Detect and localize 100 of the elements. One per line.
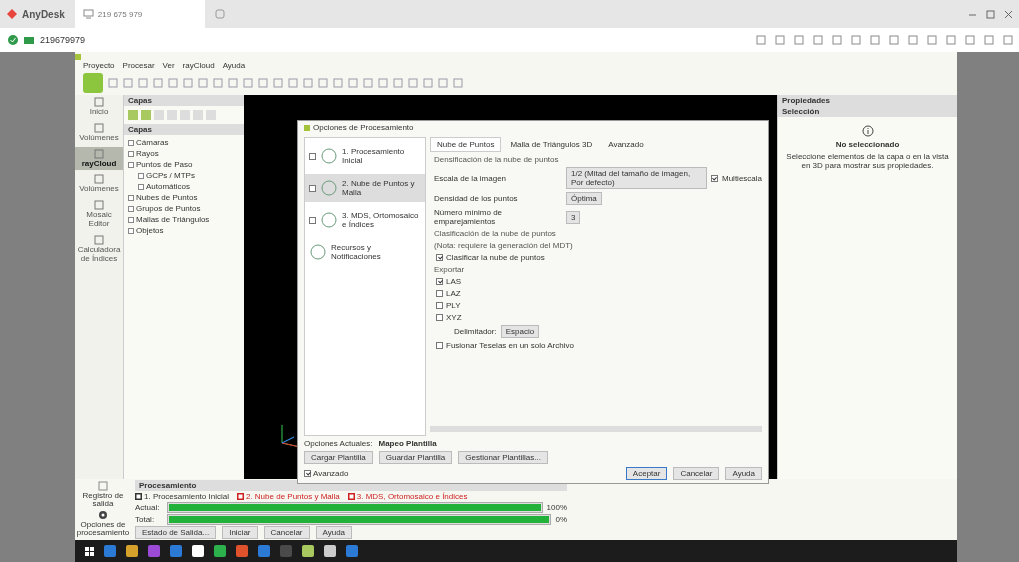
checkbox[interactable] bbox=[436, 278, 443, 285]
checkbox-icon[interactable] bbox=[128, 161, 134, 168]
nav-item[interactable]: Volúmenes bbox=[75, 120, 123, 145]
button[interactable]: Cancelar bbox=[673, 467, 720, 480]
gear-icon[interactable] bbox=[98, 509, 108, 520]
checkbox-label: LAS bbox=[446, 277, 462, 286]
tree-item[interactable]: Rayos bbox=[136, 149, 159, 158]
checkbox-label: PLY bbox=[446, 301, 461, 310]
checkbox-icon[interactable] bbox=[138, 172, 144, 179]
tree-item[interactable]: Objetos bbox=[136, 226, 164, 235]
checkbox[interactable] bbox=[436, 342, 443, 349]
checkbox[interactable] bbox=[309, 216, 316, 224]
checkbox-label: Avanzado bbox=[313, 469, 349, 478]
step-item[interactable]: 2. Nube de Puntos y Malla bbox=[305, 174, 425, 202]
button[interactable]: Aceptar bbox=[625, 467, 668, 480]
current-label: Opciones Actuales: bbox=[304, 439, 373, 448]
taskbar-app-icon[interactable] bbox=[324, 545, 336, 557]
tab[interactable]: Avanzado bbox=[601, 137, 651, 152]
checkbox[interactable] bbox=[436, 290, 443, 297]
menu-item[interactable]: rayCloud bbox=[182, 61, 215, 70]
checkbox[interactable] bbox=[309, 152, 316, 160]
checkbox[interactable] bbox=[436, 302, 443, 309]
menu-item[interactable]: Procesar bbox=[122, 61, 155, 70]
nav-icon bbox=[94, 174, 104, 185]
button[interactable]: Gestionar Plantillas... bbox=[458, 451, 548, 464]
nav-icon bbox=[94, 148, 104, 159]
menu-item[interactable]: Proyecto bbox=[83, 61, 115, 70]
dropdown[interactable]: 1/2 (Mitad del tamaño de imagen, Por defecto) bbox=[566, 167, 707, 189]
taskbar-app-icon[interactable] bbox=[346, 545, 358, 557]
checkbox-icon[interactable] bbox=[128, 216, 134, 223]
taskbar-app-icon[interactable] bbox=[258, 545, 270, 557]
tree-item[interactable]: Mallas de Triángulos bbox=[136, 215, 210, 224]
step-item[interactable]: Recursos y Notificaciones bbox=[305, 238, 425, 266]
taskbar-app-icon[interactable] bbox=[170, 545, 182, 557]
tree-item[interactable]: Nubes de Puntos bbox=[136, 193, 198, 202]
nav-item[interactable]: Mosaic Editor bbox=[75, 198, 123, 231]
tab-address[interactable]: 219 675 979 bbox=[97, 9, 143, 19]
taskbar-app-icon[interactable] bbox=[192, 545, 204, 557]
checkbox[interactable] bbox=[304, 470, 311, 477]
button[interactable]: Cancelar bbox=[263, 526, 310, 539]
nav-item[interactable]: Calculadora de Índices bbox=[75, 232, 123, 266]
taskbar-app-icon[interactable] bbox=[302, 545, 314, 557]
tab[interactable]: Nube de Puntos bbox=[430, 137, 502, 152]
tab[interactable]: Malla de Triángulos 3D bbox=[503, 137, 600, 152]
section-title: Clasificación de la nube de puntos bbox=[433, 229, 557, 238]
new-tab-icon[interactable] bbox=[214, 9, 225, 19]
checkbox-icon[interactable] bbox=[128, 139, 134, 146]
maximize-icon[interactable] bbox=[986, 9, 995, 19]
checkbox-icon[interactable] bbox=[128, 205, 134, 212]
checkbox[interactable] bbox=[309, 184, 316, 192]
side-label[interactable]: Registro de salida bbox=[75, 492, 131, 509]
nav-item[interactable]: rayCloud bbox=[75, 146, 123, 171]
button[interactable]: Iniciar bbox=[222, 526, 258, 539]
checkbox-icon[interactable] bbox=[128, 194, 134, 201]
taskbar-app-icon[interactable] bbox=[104, 545, 116, 557]
checkbox[interactable] bbox=[436, 314, 443, 321]
step-label: 1. Procesamiento Inicial bbox=[144, 492, 229, 501]
checkbox[interactable] bbox=[436, 254, 443, 261]
start-icon[interactable] bbox=[85, 546, 94, 556]
nav-icon bbox=[94, 122, 104, 133]
checkbox-icon[interactable] bbox=[236, 493, 244, 500]
tree-item[interactable]: GCPs / MTPs bbox=[146, 171, 195, 180]
info-icon bbox=[861, 125, 874, 137]
tree-item[interactable]: Puntos de Paso bbox=[136, 160, 193, 169]
monitor-icon bbox=[24, 35, 34, 45]
button[interactable]: Ayuda bbox=[725, 467, 762, 480]
tree-item[interactable]: Grupos de Puntos bbox=[136, 204, 201, 213]
nav-item[interactable]: Inicio bbox=[75, 95, 123, 119]
checkbox-icon[interactable] bbox=[128, 227, 134, 234]
tree-item[interactable]: Automáticos bbox=[146, 182, 191, 191]
checkbox-icon[interactable] bbox=[128, 150, 134, 157]
menu-item[interactable]: Ayuda bbox=[222, 61, 246, 70]
step-item[interactable]: 3. MDS, Ortomosaico e Índices bbox=[305, 206, 425, 234]
button[interactable]: Cargar Plantilla bbox=[304, 451, 373, 464]
dropdown[interactable]: 3 bbox=[566, 210, 581, 224]
dropdown[interactable]: Óptima bbox=[566, 192, 602, 205]
app-logo-icon[interactable] bbox=[83, 73, 103, 93]
nav-item[interactable]: Volúmenes bbox=[75, 172, 123, 197]
log-icon[interactable] bbox=[98, 481, 108, 491]
progress-label: Actual: bbox=[135, 503, 161, 512]
current-value: Mapeo Plantilla bbox=[378, 439, 437, 448]
checkbox-icon[interactable] bbox=[135, 493, 142, 500]
close-icon[interactable] bbox=[1004, 9, 1013, 19]
button[interactable]: Estado de Salida... bbox=[135, 526, 217, 539]
taskbar-app-icon[interactable] bbox=[148, 545, 160, 557]
checkbox-label: LAZ bbox=[446, 289, 461, 298]
checkbox-label: XYZ bbox=[446, 313, 462, 322]
checkbox-icon[interactable] bbox=[347, 493, 355, 500]
button[interactable]: Guardar Plantilla bbox=[378, 451, 453, 464]
menu-item[interactable]: Ver bbox=[162, 61, 175, 70]
button[interactable]: Ayuda bbox=[315, 526, 353, 539]
dropdown[interactable]: Espacio bbox=[500, 325, 540, 338]
taskbar-app-icon[interactable] bbox=[126, 545, 138, 557]
step-item[interactable]: 1. Procesamiento Inicial bbox=[305, 142, 425, 170]
side-label[interactable]: Opciones de procesamiento bbox=[75, 520, 131, 538]
taskbar-app-icon[interactable] bbox=[236, 545, 248, 557]
tree-item[interactable]: Cámaras bbox=[136, 138, 169, 147]
checkbox[interactable] bbox=[711, 174, 718, 182]
checkbox-icon[interactable] bbox=[138, 183, 144, 190]
taskbar-app-icon[interactable] bbox=[214, 545, 226, 557]
